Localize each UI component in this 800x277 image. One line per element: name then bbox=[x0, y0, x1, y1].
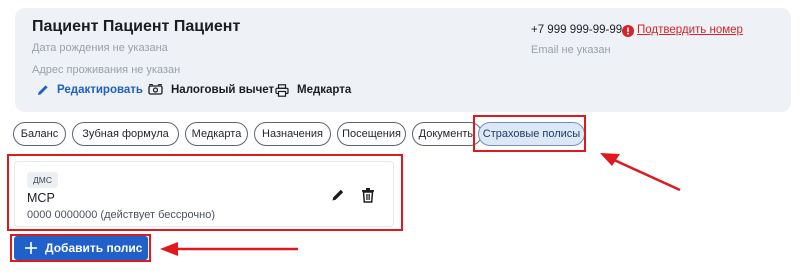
annotation-arrows bbox=[160, 153, 681, 256]
arrow-to-tab bbox=[600, 153, 681, 192]
arrow-to-add-button bbox=[160, 242, 298, 256]
